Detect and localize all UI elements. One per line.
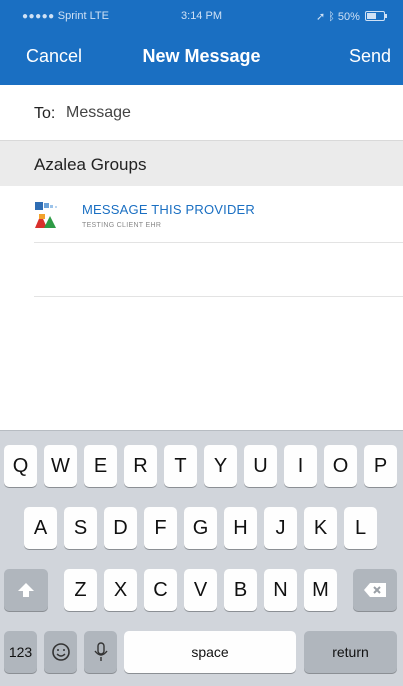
key-j[interactable]: J [264,507,297,549]
key-o[interactable]: O [324,445,357,487]
key-e[interactable]: E [84,445,117,487]
backspace-key[interactable] [353,569,397,611]
space-key[interactable]: space [124,631,296,673]
list-divider [34,242,403,243]
recipient-row: To: [0,85,403,141]
group-title: Azalea Groups [34,155,147,174]
key-y[interactable]: Y [204,445,237,487]
shift-icon [18,583,34,597]
dictation-key[interactable] [84,631,117,673]
key-d[interactable]: D [104,507,137,549]
key-i[interactable]: I [284,445,317,487]
key-b[interactable]: B [224,569,257,611]
key-l[interactable]: L [344,507,377,549]
key-n[interactable]: N [264,569,297,611]
provider-name: MESSAGE THIS PROVIDER [82,202,255,217]
location-arrow-icon: ➚ [315,11,326,23]
numbers-key[interactable]: 123 [4,631,37,673]
keyboard: Q W E R T Y U I O P A S D F G H J K L Z … [0,430,403,686]
recipient-input[interactable] [66,102,366,124]
return-key[interactable]: return [304,631,397,673]
backspace-icon [364,583,386,597]
key-c[interactable]: C [144,569,177,611]
list-item[interactable]: MESSAGE THIS PROVIDER TESTING CLIENT EHR [0,187,403,243]
send-button[interactable]: Send [349,46,391,67]
key-k[interactable]: K [304,507,337,549]
status-right: ➚ ᛒ 50% [315,10,387,23]
battery-percent: 50% [337,11,360,23]
provider-subtitle: TESTING CLIENT EHR [82,222,162,229]
key-h[interactable]: H [224,507,257,549]
key-f[interactable]: F [144,507,177,549]
bluetooth-icon: ᛒ [328,11,335,23]
nav-bar: Cancel New Message Send [0,36,403,82]
key-m[interactable]: M [304,569,337,611]
group-section-header: Azalea Groups [0,141,403,186]
status-bar: ●●●●● Sprint LTE 3:14 PM ➚ ᛒ 50% [0,0,403,36]
azalea-logo-icon [35,202,57,228]
key-t[interactable]: T [164,445,197,487]
microphone-icon [93,642,108,661]
emoji-key[interactable] [44,631,77,673]
to-label: To: [34,105,56,122]
key-w[interactable]: W [44,445,77,487]
key-r[interactable]: R [124,445,157,487]
key-s[interactable]: S [64,507,97,549]
battery-icon [365,11,387,21]
emoji-icon [51,643,70,661]
key-v[interactable]: V [184,569,217,611]
key-u[interactable]: U [244,445,277,487]
key-p[interactable]: P [364,445,397,487]
page-title: New Message [142,46,261,66]
list-divider [34,296,403,297]
key-z[interactable]: Z [64,569,97,611]
shift-key[interactable] [4,569,48,611]
key-g[interactable]: G [184,507,217,549]
key-x[interactable]: X [104,569,137,611]
app-header: ●●●●● Sprint LTE 3:14 PM ➚ ᛒ 50% Cancel … [0,0,403,85]
key-q[interactable]: Q [4,445,37,487]
key-a[interactable]: A [24,507,57,549]
